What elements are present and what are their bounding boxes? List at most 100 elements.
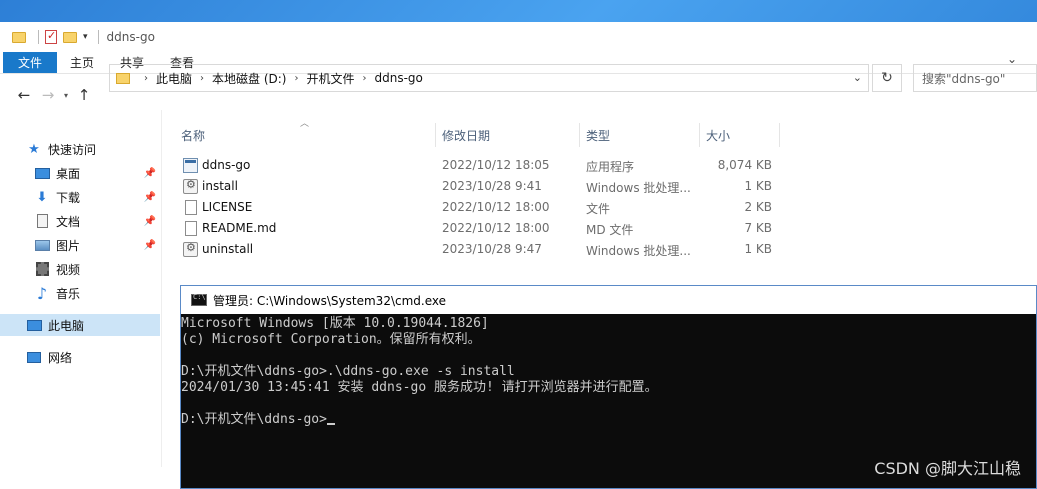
up-arrow-icon[interactable]: ↑ [72,83,96,107]
file-type: Windows 批处理... [586,244,691,258]
file-size: 1 KB [744,242,772,256]
pin-icon[interactable]: 📌 [144,168,156,179]
text-cursor [326,423,335,425]
pin-icon[interactable]: 📌 [144,240,156,251]
document-icon [34,214,50,228]
window-title: ddns-go [106,30,155,44]
file-size: 1 KB [744,179,772,193]
file-name: ddns-go [202,158,251,172]
download-icon: ⬇ [36,189,48,205]
file-type: Windows 批处理... [586,181,691,195]
tab-file[interactable]: 文件 [3,52,58,73]
folder-icon [116,72,130,84]
cmd-line: 2024/01/30 13:45:41 安装 ddns-go 服务成功! 请打开… [181,380,658,395]
divider [38,30,39,44]
sidebar-item-this-pc[interactable]: 此电脑 [0,314,160,336]
address-bar[interactable]: › 此电脑 › 本地磁盘 (D:) › 开机文件 › ddns-go ⌄ [109,64,869,92]
sidebar-item-label: 快速访问 [48,142,97,157]
pin-icon[interactable]: 📌 [144,216,156,227]
column-header-type[interactable]: 类型 [586,123,610,147]
batch-file-icon [183,241,198,257]
file-name: install [202,179,238,193]
sidebar-item-label: 桌面 [56,166,81,181]
refresh-button[interactable]: ↻ [872,64,902,92]
sort-ascending-icon: ︿ [300,119,310,129]
search-input[interactable]: 搜索"ddns-go" [913,64,1037,92]
breadcrumb-startup-files[interactable]: 开机文件 [306,70,354,87]
cmd-output[interactable]: Microsoft Windows [版本 10.0.19044.1826] (c… [181,314,1036,428]
sidebar-item-videos[interactable]: 视频 [34,258,160,280]
breadcrumb-local-disk[interactable]: 本地磁盘 (D:) [212,70,286,87]
back-arrow-icon[interactable]: ← [12,83,36,107]
file-date: 2023/10/28 9:47 [442,242,542,256]
file-row[interactable]: uninstall 2023/10/28 9:47 Windows 批处理...… [172,239,792,260]
music-icon: ♪ [36,283,48,303]
file-date: 2022/10/12 18:00 [442,221,550,235]
file-icon [185,200,197,215]
new-folder-icon[interactable] [63,31,77,43]
customize-dropdown-icon[interactable]: ▾ [83,32,88,42]
sidebar-item-music[interactable]: ♪ 音乐 [34,282,160,304]
title-bar: ▾ ddns-go [0,22,1037,52]
properties-icon[interactable] [45,29,57,44]
cmd-line: (c) Microsoft Corporation。保留所有权利。 [181,332,481,347]
cmd-title-bar[interactable]: 管理员: C:\Windows\System32\cmd.exe [181,286,1036,314]
chevron-down-icon[interactable]: ⌄ [853,71,862,84]
sidebar-item-label: 文档 [56,214,81,229]
sidebar-item-label: 音乐 [56,286,81,301]
file-row[interactable]: README.md 2022/10/12 18:00 MD 文件 7 KB [172,218,792,239]
watermark: CSDN @脚大江山稳 [874,459,1021,478]
column-header-date[interactable]: 修改日期 [442,123,490,147]
computer-icon [26,318,42,332]
sidebar-item-pictures[interactable]: 图片 📌 [34,234,160,256]
sidebar-item-quick-access[interactable]: ★ 快速访问 [26,138,186,160]
sidebar-item-network[interactable]: 网络 [26,346,186,368]
chevron-right-icon[interactable]: › [200,73,204,84]
divider [97,30,99,44]
sidebar-item-downloads[interactable]: ⬇ 下载 📌 [34,186,160,208]
column-header-size[interactable]: 大小 [706,123,730,147]
file-name: LICENSE [202,200,253,214]
file-date: 2023/10/28 9:41 [442,179,542,193]
column-header-name[interactable]: 名称 [181,123,205,147]
file-type: MD 文件 [586,223,634,237]
cmd-prompt: D:\开机文件\ddns-go> [181,412,327,427]
network-icon [26,350,42,364]
pin-icon[interactable]: 📌 [144,192,156,203]
column-divider[interactable] [435,123,436,147]
sidebar-item-label: 图片 [56,238,81,253]
sidebar-item-label: 网络 [48,350,73,365]
recent-locations-dropdown-icon[interactable]: ▾ [60,91,72,100]
file-date: 2022/10/12 18:00 [442,200,550,214]
chevron-right-icon[interactable]: › [144,73,148,84]
file-name: uninstall [202,242,254,256]
video-icon [34,262,50,276]
file-row[interactable]: install 2023/10/28 9:41 Windows 批处理... 1… [172,176,792,197]
sidebar-item-documents[interactable]: 文档 📌 [34,210,160,232]
breadcrumb-this-pc[interactable]: 此电脑 [156,70,192,87]
cmd-line: D:\开机文件\ddns-go>.\ddns-go.exe -s install [181,364,515,379]
sidebar-item-label: 此电脑 [48,318,85,333]
file-row[interactable]: ddns-go 2022/10/12 18:05 应用程序 8,074 KB [172,155,792,176]
application-icon [183,158,198,173]
cmd-line: Microsoft Windows [版本 10.0.19044.1826] [181,316,489,331]
picture-icon [34,238,50,252]
file-icon [185,221,197,236]
sidebar-item-desktop[interactable]: 桌面 📌 [34,162,160,184]
column-divider[interactable] [779,123,780,147]
sidebar-item-label: 下载 [56,190,81,205]
breadcrumb-ddns-go[interactable]: ddns-go [375,71,423,85]
cmd-prompt-line: D:\开机文件\ddns-go> [181,412,1036,428]
cmd-line [181,396,1036,412]
tab-home[interactable]: 主页 [57,52,107,73]
column-divider[interactable] [699,123,700,147]
file-size: 8,074 KB [717,158,772,172]
file-row[interactable]: LICENSE 2022/10/12 18:00 文件 2 KB [172,197,792,218]
sidebar-item-label: 视频 [56,262,81,277]
chevron-right-icon[interactable]: › [294,73,298,84]
column-divider[interactable] [579,123,580,147]
chevron-right-icon[interactable]: › [363,73,367,84]
forward-arrow-icon[interactable]: → [36,83,60,107]
cmd-icon [191,293,207,306]
batch-file-icon [183,178,198,194]
